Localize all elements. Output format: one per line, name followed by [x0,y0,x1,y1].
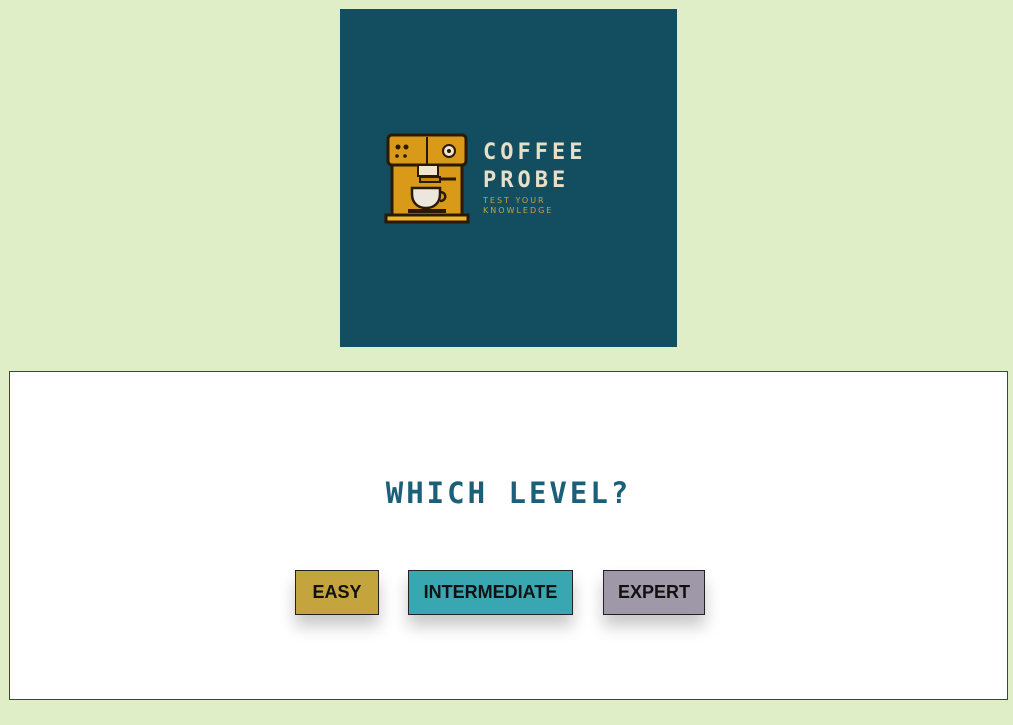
coffee-probe-logo: COFFEE PROBE TEST YOUR KNOWLEDGE [340,9,677,347]
level-question-heading: WHICH LEVEL? [385,476,632,511]
coffee-machine-icon [384,133,470,224]
easy-button[interactable]: EASY [295,570,379,615]
brand-text: COFFEE PROBE TEST YOUR KNOWLEDGE [483,139,586,216]
logo-tagline: TEST YOUR KNOWLEDGE [483,196,554,215]
logo-title-line-2: PROBE [483,168,570,193]
intermediate-button[interactable]: INTERMEDIATE [408,570,573,615]
logo-title-line-1: COFFEE [483,140,587,165]
level-button-row: EASY INTERMEDIATE EXPERT [10,570,1007,616]
level-selection-card: WHICH LEVEL? EASY INTERMEDIATE EXPERT [9,371,1008,700]
expert-button[interactable]: EXPERT [603,570,705,615]
